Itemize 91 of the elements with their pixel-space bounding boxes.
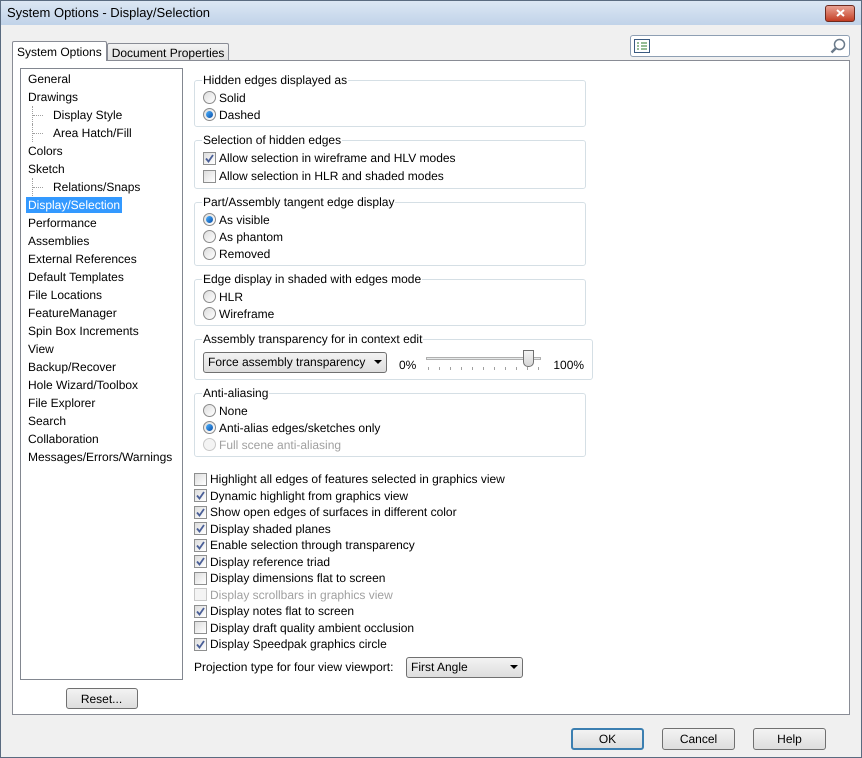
option-label: Anti-alias edges/sketches only [219, 420, 380, 436]
group-title: Anti-aliasing [202, 385, 270, 402]
tree-item[interactable]: Colors [26, 143, 65, 159]
checkbox[interactable] [203, 152, 216, 164]
option-label: Highlight all edges of features selected in graphics view [210, 471, 505, 488]
option-label: Enable selection through transparency [210, 537, 415, 554]
option-label: Allow selection in wireframe and HLV modes [219, 150, 456, 167]
caret-icon [374, 360, 382, 364]
tree-item[interactable]: Spin Box Increments [26, 323, 141, 339]
option-label: Full scene anti-aliasing [219, 436, 342, 454]
option-label: Display shaded planes [210, 520, 331, 538]
tree-item[interactable]: Backup/Recover [26, 359, 118, 375]
checkbox[interactable] [194, 538, 207, 552]
tree-item[interactable]: File Explorer [26, 395, 98, 411]
dialog-button[interactable]: Cancel [662, 728, 735, 750]
checkbox[interactable] [194, 555, 207, 568]
option-label: Solid [219, 90, 246, 106]
checkbox[interactable] [194, 506, 207, 519]
tree-item[interactable]: External References [26, 251, 139, 267]
checkbox[interactable] [194, 621, 207, 634]
option-label: Dynamic highlight from graphics view [210, 488, 408, 505]
tree-item[interactable]: Hole Wizard/Toolbox [26, 377, 140, 393]
tree-item[interactable]: File Locations [26, 287, 104, 303]
radio-button[interactable] [203, 307, 216, 320]
tree-item[interactable]: Collaboration [26, 431, 101, 447]
option-label: Allow selection in HLR and shaded modes [219, 168, 444, 185]
option-label: HLR [219, 288, 244, 306]
option-label: Display scrollbars in graphics view [210, 586, 393, 604]
checkbox[interactable] [194, 472, 207, 486]
tree-item[interactable]: Search [26, 413, 68, 429]
option-label: Show open edges of surfaces in different color [210, 504, 457, 522]
checkbox[interactable] [194, 604, 207, 618]
tree-item[interactable]: FeatureManager [26, 305, 119, 321]
tree-item[interactable]: Area Hatch/Fill [51, 125, 134, 141]
checkbox[interactable] [194, 638, 207, 651]
tab[interactable]: System Options [12, 41, 107, 61]
radio-button[interactable] [203, 230, 216, 243]
checkbox[interactable] [194, 522, 207, 536]
dialog-button[interactable]: Help [753, 728, 826, 750]
tree-item[interactable]: Relations/Snaps [51, 179, 142, 195]
caret-icon [510, 665, 518, 669]
close-button[interactable] [825, 4, 855, 22]
tree-item[interactable]: Assemblies [26, 233, 92, 249]
option-label: Display reference triad [210, 554, 330, 571]
group-title: Part/Assembly tangent edge display [202, 194, 396, 211]
tree-item[interactable]: Drawings [26, 89, 80, 105]
close-icon [836, 9, 844, 17]
option-label: Display notes flat to screen [210, 603, 354, 620]
tree-item[interactable]: Sketch [26, 161, 67, 177]
option-label: As visible [219, 212, 270, 228]
tab[interactable]: Document Properties [106, 43, 230, 60]
option-label: Display draft quality ambient occlusion [210, 620, 414, 637]
option-label: None [219, 402, 248, 420]
option-label: Removed [219, 246, 270, 262]
window-title: System Options - Display/Selection [7, 4, 210, 22]
tree-item[interactable]: Display Style [51, 107, 124, 123]
checkbox[interactable] [194, 572, 207, 585]
projection-dropdown[interactable]: First Angle [406, 656, 523, 678]
tree-item[interactable]: Performance [26, 215, 99, 231]
list-icon [634, 39, 650, 53]
checkbox[interactable] [194, 489, 207, 502]
radio-button[interactable] [203, 91, 216, 104]
radio-button[interactable] [203, 108, 216, 121]
radio-button[interactable] [203, 421, 216, 434]
group-title: Assembly transparency for in context edit [202, 331, 424, 348]
transparency-dropdown[interactable]: Force assembly transparency [203, 352, 387, 372]
option-label: Wireframe [219, 306, 274, 322]
checkbox[interactable] [203, 170, 216, 182]
option-label: Dashed [219, 106, 260, 124]
group-title: Edge display in shaded with edges mode [202, 271, 422, 288]
slider-min-label: 0% [399, 357, 416, 374]
option-label: As phantom [219, 228, 284, 246]
search-field[interactable] [630, 35, 850, 57]
group-title: Hidden edges displayed as [202, 72, 348, 89]
dialog-button[interactable]: OK [571, 728, 644, 750]
radio-button[interactable] [203, 404, 216, 417]
reset-button[interactable]: Reset... [66, 688, 138, 709]
radio-button[interactable] [203, 247, 216, 260]
option-label: Display Speedpak graphics circle [210, 636, 387, 654]
radio-button[interactable] [203, 213, 216, 226]
tree-item[interactable]: General [26, 71, 73, 87]
tree-item[interactable]: Default Templates [26, 269, 126, 285]
tree-item[interactable]: Messages/Errors/Warnings [26, 449, 174, 465]
tree-item[interactable]: View [26, 341, 56, 357]
slider-thumb[interactable] [522, 350, 534, 367]
group-title: Selection of hidden edges [202, 132, 342, 149]
option-label: Display dimensions flat to screen [210, 570, 386, 588]
projection-label: Projection type for four view viewport: [194, 659, 394, 676]
slider-max-label: 100% [553, 357, 584, 374]
radio-button[interactable] [203, 290, 216, 303]
search-icon [830, 38, 846, 54]
